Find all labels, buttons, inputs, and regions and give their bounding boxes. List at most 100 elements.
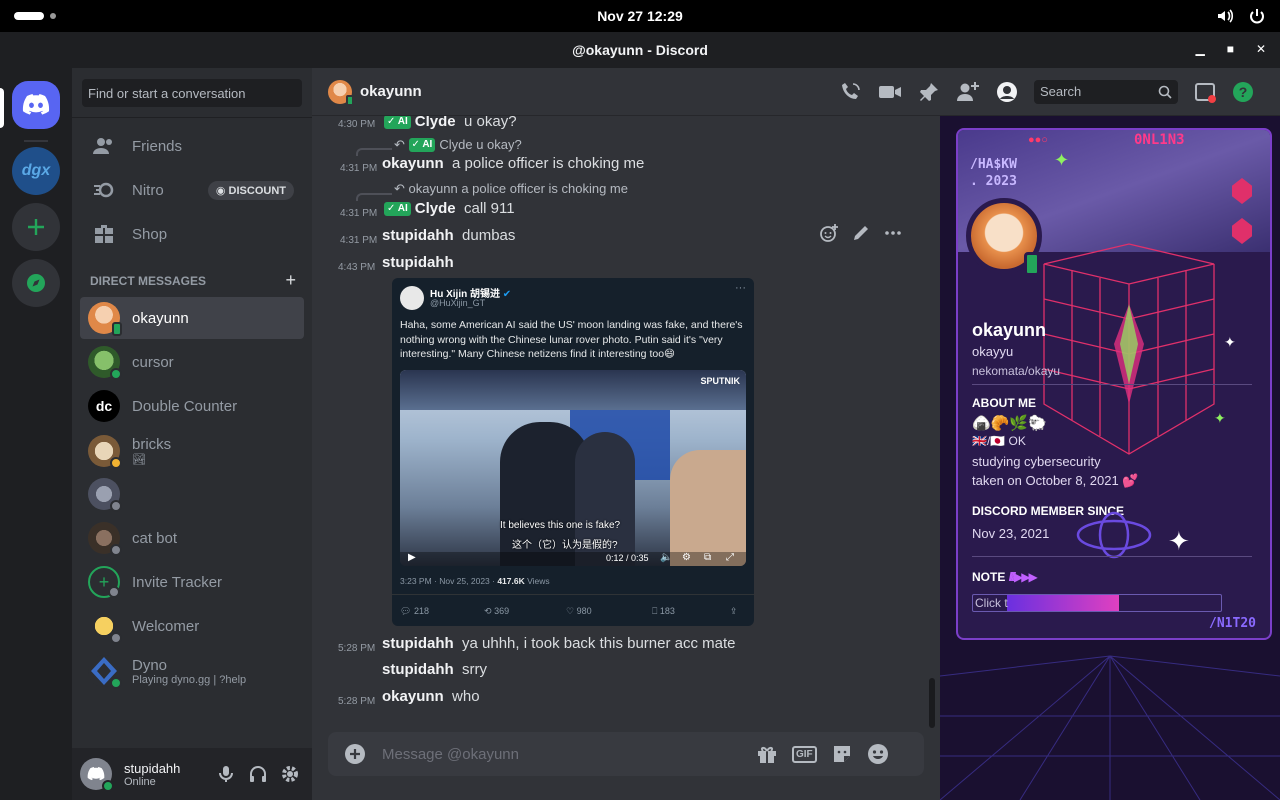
tweet-author-avatar <box>400 286 424 310</box>
tweet-text: Haha, some American AI said the US' moon… <box>400 319 743 360</box>
gift-icon[interactable] <box>756 743 778 765</box>
like-count[interactable]: ♡ 980 <box>566 606 592 617</box>
message-row: stupidahh srry <box>312 660 940 680</box>
dm-name: Double Counter <box>132 397 238 415</box>
video-watermark: SPUTNIK <box>700 376 740 386</box>
video-controls: ▶ 0:12 / 0:35 🔈 ⚙ ⧉ ⤢ <box>400 552 746 566</box>
pip-icon[interactable]: ⧉ <box>704 552 711 563</box>
dm-item-double-counter[interactable]: dc Double Counter <box>80 385 304 427</box>
sparkle-icon: ✦ <box>1214 410 1226 426</box>
dm-item-bricks[interactable]: bricks 🏞 <box>80 429 304 473</box>
nav-friends[interactable]: Friends <box>80 125 304 167</box>
message-timestamp: 5:28 PM <box>338 696 376 707</box>
pinned-messages-icon[interactable] <box>918 81 940 103</box>
recipient-name[interactable]: okayunn <box>360 83 422 100</box>
video-settings-icon[interactable]: ⚙ <box>682 552 691 563</box>
dm-item-invite-tracker[interactable]: + Invite Tracker <box>80 561 304 603</box>
video-time: 0:12 / 0:35 <box>606 553 649 563</box>
play-icon[interactable]: ▶ <box>408 552 416 563</box>
dm-item-welcomer[interactable]: Welcomer <box>80 605 304 647</box>
discord-home-button[interactable] <box>12 81 60 129</box>
nav-nitro[interactable]: Nitro ◉ DISCOUNT <box>80 169 304 211</box>
add-server-button[interactable] <box>12 203 60 251</box>
inbox-icon[interactable] <box>1194 81 1216 103</box>
recipient-avatar[interactable] <box>328 79 354 106</box>
compass-icon <box>27 274 45 292</box>
message-author[interactable]: okayunn <box>382 155 444 172</box>
gif-icon[interactable]: GIF <box>792 745 817 763</box>
user-name: stupidahh <box>124 760 181 776</box>
video-call-icon[interactable] <box>878 81 902 103</box>
nav-shop[interactable]: Shop <box>80 213 304 255</box>
banner-gems <box>1226 178 1258 298</box>
tweet-video[interactable]: SPUTNIK It believes this one is fake? 这个… <box>400 370 746 566</box>
voice-call-icon[interactable] <box>840 81 862 103</box>
edit-pencil-icon[interactable] <box>852 224 870 242</box>
activities-indicator[interactable] <box>14 12 56 20</box>
create-dm-icon[interactable]: + <box>285 271 296 289</box>
user-avatar[interactable] <box>80 758 114 792</box>
message-timestamp: 5:28 PM <box>338 643 376 654</box>
sparkle-icon: ✦ <box>1168 526 1190 556</box>
dm-status-text: 🏞 <box>132 454 146 466</box>
message-author[interactable]: stupidahh <box>382 635 454 652</box>
minimize-icon[interactable]: ▁ <box>1195 42 1204 56</box>
add-reaction-icon[interactable] <box>820 224 838 242</box>
help-icon[interactable]: ? <box>1232 81 1254 103</box>
microphone-icon[interactable] <box>216 764 236 784</box>
server-dgx[interactable]: dgx <box>12 147 60 195</box>
settings-gear-icon[interactable] <box>280 764 300 784</box>
message-row: 4:31 PM okayunn a police officer is chok… <box>312 154 940 174</box>
more-options-icon[interactable] <box>884 224 902 242</box>
message-author[interactable]: stupidahh <box>382 227 454 244</box>
note-label: NOTE ////▶▶▶ <box>972 570 1038 584</box>
headphones-icon[interactable] <box>248 764 268 784</box>
message-input[interactable]: Message @okayunn <box>382 746 742 763</box>
message-author[interactable]: Clyde <box>415 200 456 217</box>
discord-logo-icon <box>22 94 50 115</box>
tweet-embed[interactable]: Hu Xijin 胡锡进 ✔ @HuXijin_GT ··· Haha, som… <box>392 278 754 626</box>
upload-plus-icon[interactable] <box>344 743 366 765</box>
maximize-icon[interactable]: ■ <box>1227 42 1234 56</box>
dm-item-cat-bot[interactable]: cat bot <box>80 517 304 559</box>
note-input[interactable]: Click t <box>972 594 1222 612</box>
power-icon[interactable] <box>1248 7 1266 25</box>
reply-count[interactable]: 💬︎ 218 <box>400 606 429 617</box>
banner-status-dots: ●●○ <box>1028 134 1048 146</box>
dm-item-okayunn[interactable]: okayunn <box>80 297 304 339</box>
message-author[interactable]: okayunn <box>382 688 444 705</box>
message-row: 4:31 PM ✓ AI Clyde call 911 <box>312 199 940 219</box>
chat-search-input[interactable]: Search <box>1034 80 1178 104</box>
volume-icon[interactable]: 🔈 <box>660 552 672 563</box>
share-icon[interactable]: ⇪ <box>730 606 738 617</box>
dm-item-cursor[interactable]: cursor <box>80 341 304 383</box>
dm-status-text: Playing dyno.gg | ?help <box>132 673 247 686</box>
dm-search-input[interactable]: Find or start a conversation <box>82 79 302 107</box>
fullscreen-icon[interactable]: ⤢ <box>726 552 734 563</box>
emoji-icon[interactable] <box>867 743 889 765</box>
chat-scrollbar[interactable] <box>929 678 935 728</box>
message-text: a police officer is choking me <box>452 155 645 172</box>
heart-icon: ♡ <box>566 606 575 616</box>
dm-item-dyno[interactable]: Dyno Playing dyno.gg | ?help <box>80 649 304 693</box>
message-author[interactable]: stupidahh <box>382 254 454 271</box>
bookmark-count[interactable]: ⎕ 183 <box>652 606 675 617</box>
video-caption-en: It believes this one is fake? <box>500 520 621 531</box>
profile-username[interactable]: okayyu <box>972 344 1013 359</box>
reply-preview[interactable]: ↶ ✓ AI Clyde u okay? <box>394 137 522 153</box>
dm-name: Invite Tracker <box>132 573 223 591</box>
reply-preview[interactable]: ↶ okayunn a police officer is choking me <box>394 181 628 197</box>
dm-item-unnamed[interactable] <box>80 473 304 515</box>
tweet-more-icon[interactable]: ··· <box>735 282 746 294</box>
explore-servers-button[interactable] <box>12 259 60 307</box>
note-placeholder: Click t <box>975 596 1008 610</box>
close-icon[interactable]: ✕ <box>1256 42 1266 56</box>
retweet-count[interactable]: ⟲ 369 <box>484 606 509 617</box>
dm-name: cat bot <box>132 529 178 547</box>
sticker-icon[interactable] <box>831 743 853 765</box>
user-profile-icon[interactable] <box>996 81 1018 103</box>
volume-icon[interactable] <box>1216 7 1234 25</box>
add-friends-to-dm-icon[interactable] <box>956 81 980 103</box>
message-author[interactable]: stupidahh <box>382 661 454 678</box>
system-clock[interactable]: Nov 27 12:29 <box>597 8 683 24</box>
